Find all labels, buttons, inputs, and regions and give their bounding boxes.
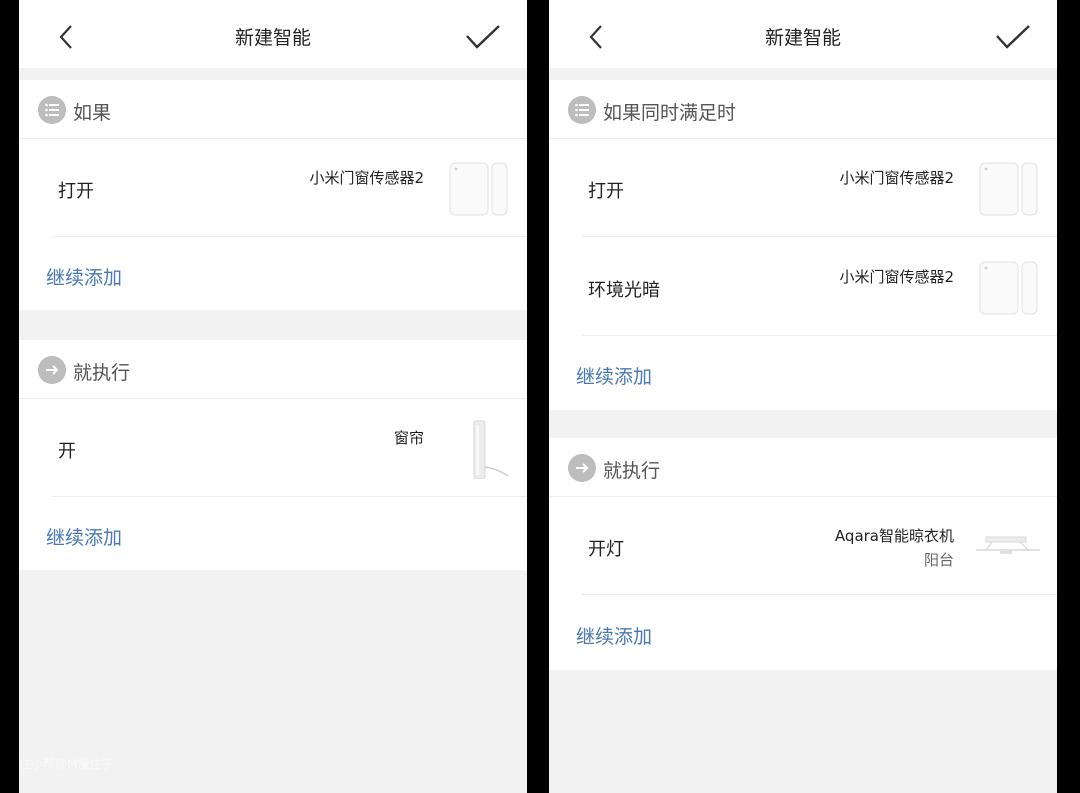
arrow-right-icon xyxy=(568,454,596,482)
device-name: 小米门窗传感器2 xyxy=(839,268,954,286)
continue-add-link[interactable]: 继续添加 xyxy=(46,263,122,290)
curtain-image xyxy=(473,420,509,479)
page-title: 新建智能 xyxy=(234,27,311,49)
sensor-image xyxy=(979,162,1038,216)
action-row[interactable]: 开 窗帘 xyxy=(19,399,527,497)
sensor-image xyxy=(449,162,508,216)
nav-header: 新建智能 xyxy=(19,0,527,68)
if-section-header: 如果同时满足时 xyxy=(549,80,1057,139)
then-section-header: 就执行 xyxy=(19,340,527,399)
left-screen: 新建智能 如果 打开 小米门窗传感器2 继续添加 就执行 开 窗帘 继续添加 xyxy=(19,0,527,793)
list-icon xyxy=(38,96,66,124)
condition-row[interactable]: 环境光暗 小米门窗传感器2 xyxy=(549,238,1057,336)
clothes-airer-image xyxy=(976,536,1040,554)
condition-label: 打开 xyxy=(58,181,94,202)
device-name: 小米门窗传感器2 xyxy=(839,169,954,187)
device-room: 阳台 xyxy=(923,551,954,569)
device-name: 窗帘 xyxy=(393,429,424,447)
action-row[interactable]: 开灯 Aqara智能晾衣机 阳台 xyxy=(549,497,1057,595)
condition-label: 打开 xyxy=(588,181,624,202)
action-label: 开 xyxy=(58,441,76,462)
sensor-image xyxy=(979,261,1038,315)
right-screen: 新建智能 如果同时满足时 打开 小米门窗传感器2 环境光暗 小米门窗传感器2 继… xyxy=(549,0,1057,793)
arrow-right-icon xyxy=(38,356,66,384)
if-section-header: 如果 xyxy=(19,80,527,139)
confirm-check-icon[interactable] xyxy=(995,22,1031,52)
if-section: 如果 打开 小米门窗传感器2 继续添加 xyxy=(19,80,527,310)
watermark: 住小帮@M慢住子 xyxy=(19,757,114,771)
list-icon xyxy=(568,96,596,124)
nav-header: 新建智能 xyxy=(549,0,1057,68)
device-name: Aqara智能晾衣机 xyxy=(834,527,954,545)
then-section: 就执行 开 窗帘 继续添加 xyxy=(19,340,527,570)
then-section: 就执行 开灯 Aqara智能晾衣机 阳台 继续添加 xyxy=(549,438,1057,670)
page-title: 新建智能 xyxy=(764,27,841,49)
if-section-title: 如果同时满足时 xyxy=(603,102,737,124)
confirm-check-icon[interactable] xyxy=(465,22,501,52)
device-name: 小米门窗传感器2 xyxy=(309,169,424,187)
if-section-title: 如果 xyxy=(73,102,112,124)
condition-row[interactable]: 打开 小米门窗传感器2 xyxy=(549,139,1057,237)
continue-add-link[interactable]: 继续添加 xyxy=(576,622,652,649)
then-section-title: 就执行 xyxy=(603,460,661,482)
action-label: 开灯 xyxy=(588,539,624,560)
condition-row[interactable]: 打开 小米门窗传感器2 xyxy=(19,139,527,237)
then-section-title: 就执行 xyxy=(73,362,131,384)
continue-add-link[interactable]: 继续添加 xyxy=(46,523,122,550)
continue-add-link[interactable]: 继续添加 xyxy=(576,362,652,389)
then-section-header: 就执行 xyxy=(549,438,1057,497)
condition-label: 环境光暗 xyxy=(588,280,660,301)
if-section: 如果同时满足时 打开 小米门窗传感器2 环境光暗 小米门窗传感器2 继续添加 xyxy=(549,80,1057,410)
